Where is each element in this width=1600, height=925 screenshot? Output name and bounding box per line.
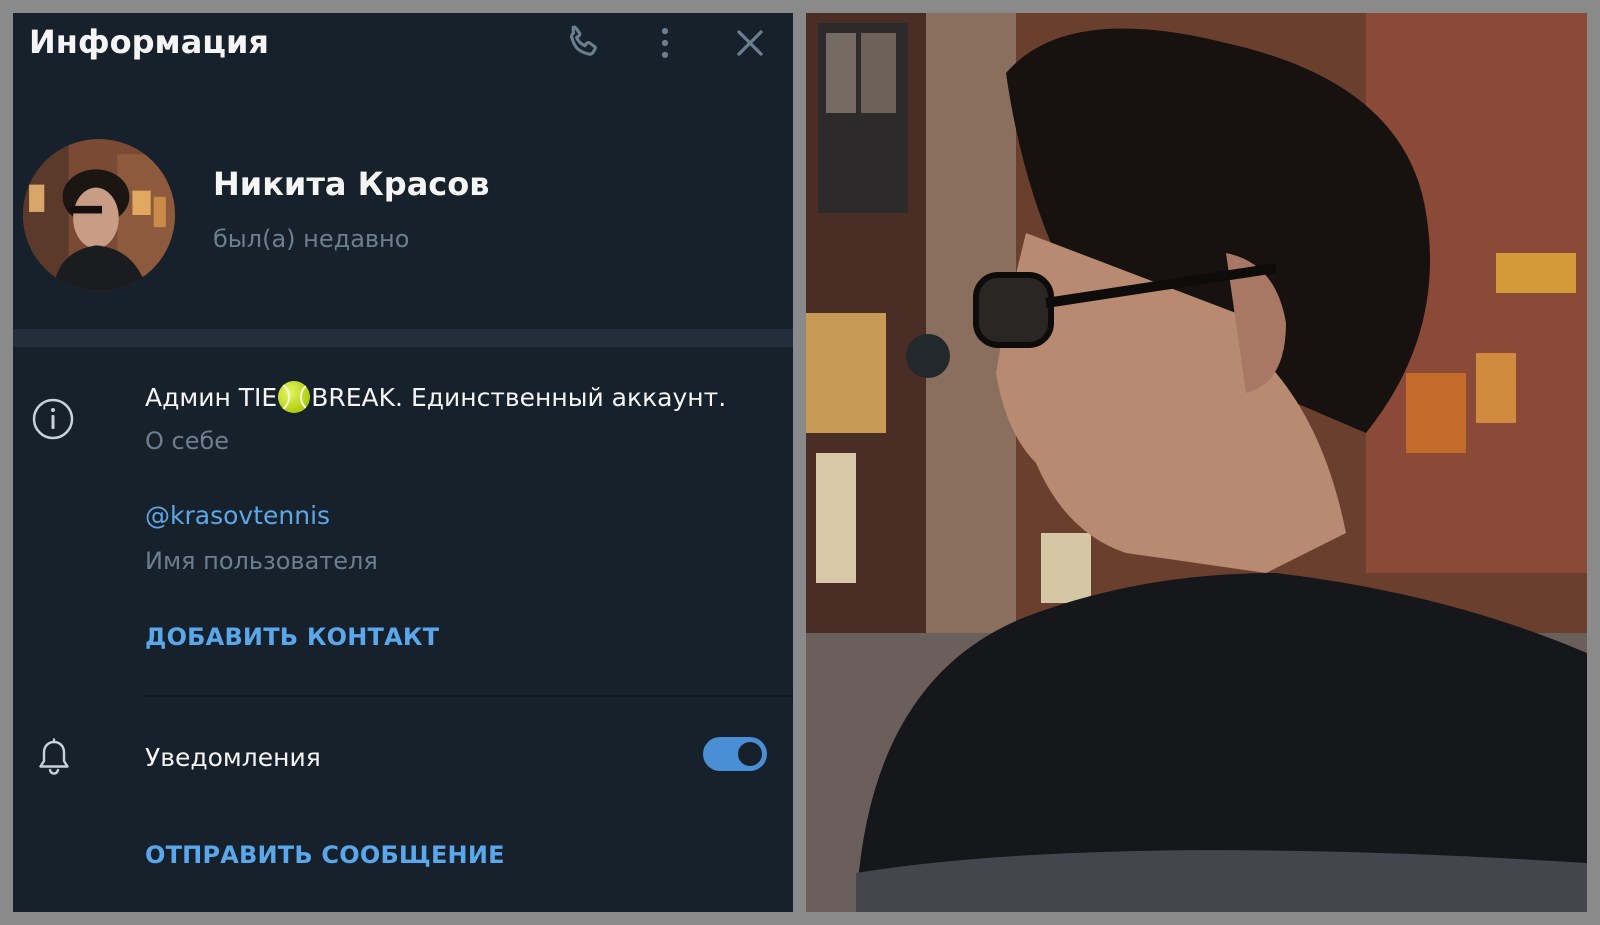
close-icon[interactable]	[728, 21, 772, 65]
profile-info-panel: Информация Никита Красов был(а) недавно …	[13, 13, 793, 912]
info-icon	[29, 395, 77, 443]
toggle-knob	[735, 739, 765, 769]
username-label: Имя пользователя	[145, 547, 378, 575]
username-link[interactable]: @krasovtennis	[145, 501, 330, 530]
divider	[145, 695, 793, 697]
tennis-ball-icon	[278, 381, 311, 413]
notifications-toggle[interactable]	[703, 737, 767, 771]
about-text: Админ TIE BREAK. Единственный аккаунт.	[145, 381, 726, 413]
about-label: О себе	[145, 427, 230, 455]
section-divider	[13, 329, 793, 347]
bell-icon	[31, 735, 77, 781]
add-contact-button[interactable]: ДОБАВИТЬ КОНТАКТ	[145, 623, 439, 651]
about-text-end: BREAK. Единственный аккаунт.	[311, 383, 727, 412]
last-seen-status: был(а) недавно	[213, 225, 410, 253]
about-text-start: Админ TIE	[145, 383, 278, 412]
panel-title: Информация	[29, 23, 269, 61]
profile-photo	[806, 13, 1587, 912]
avatar[interactable]	[23, 139, 175, 291]
send-message-button[interactable]: ОТПРАВИТЬ СООБЩЕНИЕ	[145, 841, 505, 869]
more-vertical-icon[interactable]	[643, 21, 687, 65]
notifications-label: Уведомления	[145, 743, 321, 772]
contact-name: Никита Красов	[213, 165, 490, 203]
phone-icon[interactable]	[561, 21, 605, 65]
